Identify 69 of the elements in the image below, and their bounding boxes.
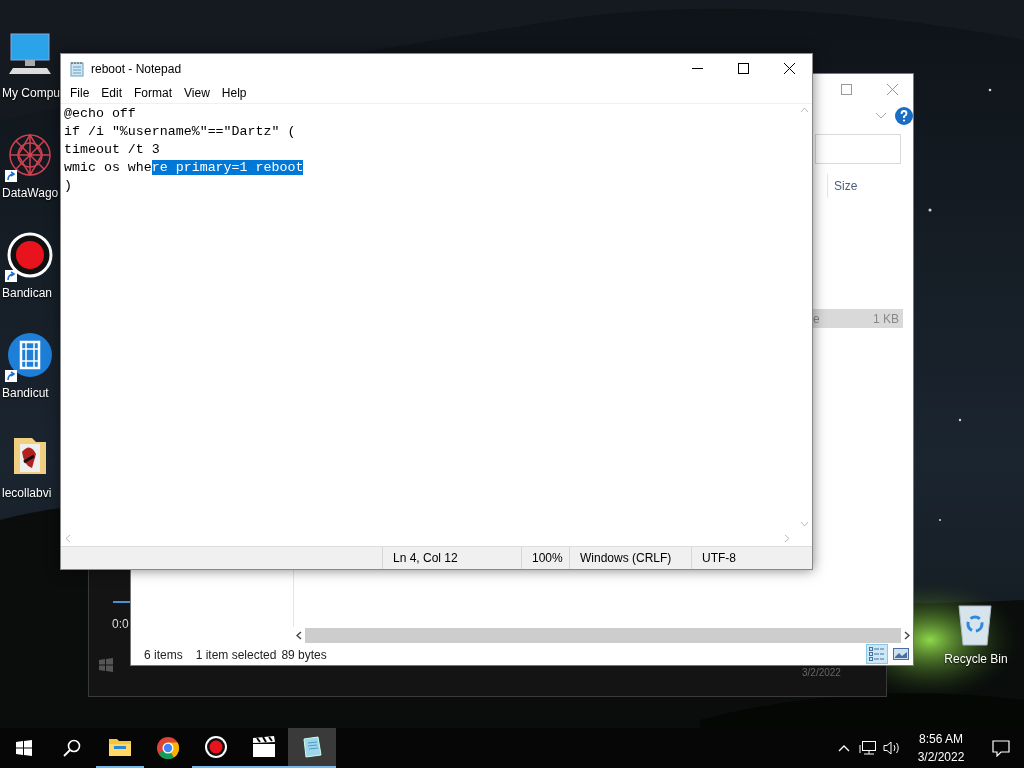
search-icon	[63, 739, 81, 757]
code-line: if /i "%username%"=="Dartz" (	[64, 124, 296, 139]
code-line: )	[64, 178, 72, 193]
minimize-icon	[691, 68, 703, 69]
status-text: Ln 4, Col 12	[393, 551, 458, 565]
chevron-up-icon[interactable]	[838, 744, 850, 752]
column-header[interactable]: Size	[827, 174, 904, 198]
status-text: 100%	[532, 551, 563, 565]
desktop-icon-label[interactable]: Bandican	[0, 286, 53, 300]
menu-item[interactable]: Help	[215, 86, 253, 100]
item-count: 6 items	[144, 648, 183, 662]
clock-date: 3/2/2022	[917, 749, 965, 766]
table-cell: 1 KB	[873, 311, 899, 326]
selected-text: re primary=1 reboot	[151, 160, 304, 175]
close-icon	[886, 83, 898, 95]
selection-count: 1 item selected	[195, 648, 277, 662]
clock[interactable]: 8:56 AM 3/2/2022	[904, 730, 978, 766]
windows-logo-icon	[99, 658, 113, 672]
computer-icon	[7, 32, 53, 76]
folder-icon	[108, 737, 132, 757]
menu-item[interactable]: File	[64, 86, 96, 100]
notepad-icon	[300, 735, 324, 759]
mandala-icon	[7, 132, 53, 178]
code-line: timeout /t 3	[64, 142, 160, 157]
status-text: UTF-8	[702, 551, 736, 565]
menu-item[interactable]: Format	[128, 86, 179, 100]
menu-item[interactable]: View	[178, 86, 216, 100]
record-icon	[7, 232, 53, 278]
code-line: wmic os whe	[64, 160, 152, 175]
windows-logo-icon	[16, 740, 32, 756]
desktop-icon-label[interactable]: My Compu	[0, 86, 60, 100]
selection-size: 89 bytes	[281, 648, 327, 662]
code-line: @echo off	[64, 106, 136, 121]
horizontal-scrollbar[interactable]	[293, 628, 913, 643]
notepad-icon	[69, 60, 85, 77]
chrome-icon	[156, 736, 180, 760]
details-view-icon	[869, 647, 885, 661]
details-view-button[interactable]	[866, 644, 888, 664]
desktop-icon-label[interactable]: Recycle Bin	[942, 652, 1008, 666]
film-icon	[7, 332, 53, 378]
desktop-icon-label[interactable]: DataWago	[0, 186, 59, 200]
status-text: Windows (CRLF)	[580, 551, 672, 565]
volume-icon[interactable]	[883, 740, 901, 756]
desktop-icon-label[interactable]: Bandicut	[0, 386, 49, 400]
scroll-right-icon[interactable]	[904, 631, 910, 640]
shortcut-arrow-icon	[5, 370, 17, 382]
maximize-icon	[840, 83, 852, 95]
playback-time: 0:0	[112, 617, 129, 631]
shortcut-arrow-icon	[5, 170, 17, 182]
table-cell: e	[813, 311, 820, 326]
close-icon	[783, 63, 795, 74]
taskbar-app-button[interactable]	[288, 728, 336, 768]
scroll-left-icon[interactable]	[296, 631, 302, 640]
recycle-bin-icon[interactable]	[956, 602, 994, 646]
preview-view-icon	[893, 647, 909, 661]
shortcut-arrow-icon	[5, 270, 17, 282]
desktop-icon-label[interactable]: lecollabvi	[0, 486, 52, 500]
search-field[interactable]	[815, 134, 901, 164]
notifications-icon[interactable]	[992, 739, 1010, 757]
menu-item[interactable]: Edit	[95, 86, 129, 100]
date-text: 3/2/2022	[802, 667, 841, 678]
record-icon	[204, 735, 228, 759]
help-icon[interactable]	[895, 107, 913, 125]
clapper-icon	[252, 736, 276, 758]
maximize-icon	[737, 63, 749, 74]
network-icon[interactable]	[859, 740, 877, 756]
window-title: reboot - Notepad	[91, 61, 183, 76]
text-editor[interactable]: @echo off if /i "%username%"=="Dartz" ( timeout /t 3 wmic os where primary=1 reboot )	[61, 104, 796, 530]
clock-time: 8:56 AM	[919, 731, 963, 748]
